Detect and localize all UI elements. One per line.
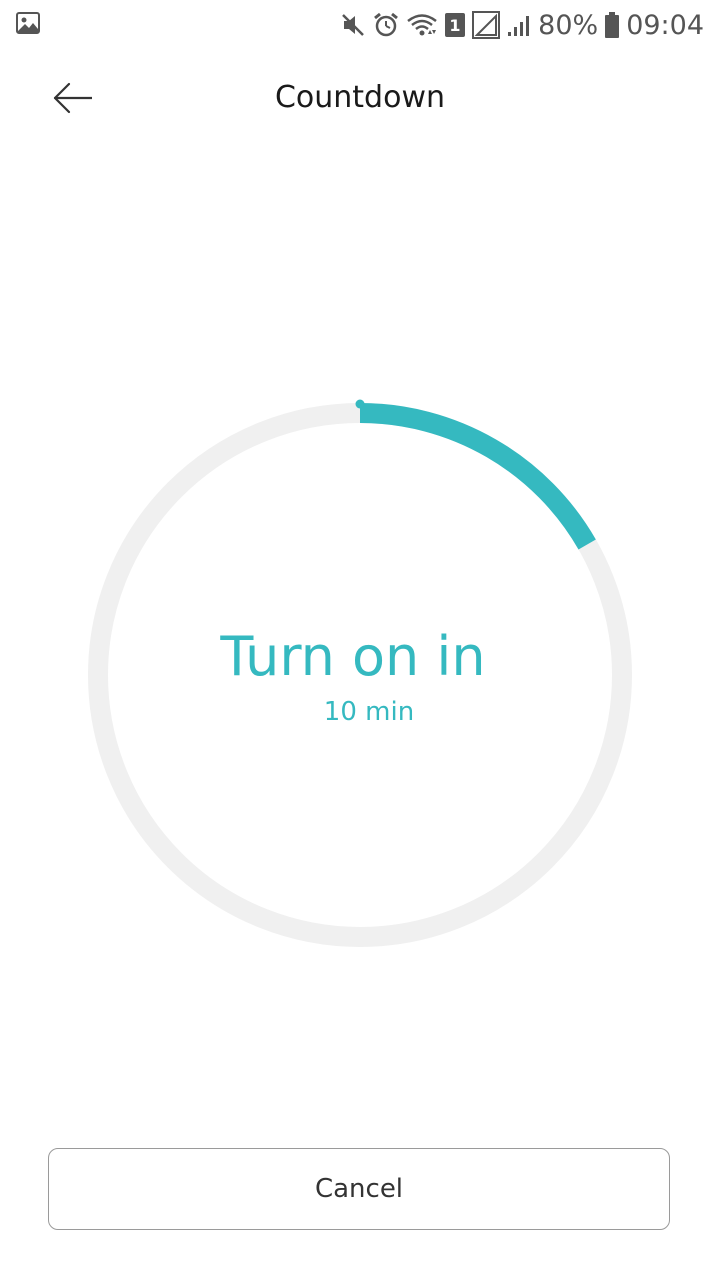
countdown-screen: 1 80% 09:04 Countdown Turn on in 10 min … [0, 0, 720, 1280]
countdown-value: 10 min [323, 697, 415, 727]
header: Countdown [0, 60, 720, 140]
cancel-button[interactable]: Cancel [48, 1148, 670, 1230]
status-bar: 1 80% 09:04 [0, 0, 720, 50]
sim-badge-text: 1 [450, 16, 461, 35]
signal-icon [472, 11, 501, 39]
battery-percent: 80% [538, 9, 599, 41]
status-left [16, 12, 40, 38]
mute-icon [340, 12, 366, 38]
clock: 09:04 [626, 9, 704, 41]
wifi-icon [406, 12, 438, 38]
countdown-label: Turn on in [220, 625, 486, 688]
alarm-icon [372, 11, 400, 39]
sim-icon: 1 [444, 12, 466, 38]
signal-bars-icon [506, 12, 532, 38]
page-title: Countdown [274, 80, 446, 115]
countdown-ring: Turn on in 10 min [80, 395, 640, 955]
battery-icon [604, 11, 620, 39]
gallery-icon [16, 12, 40, 34]
ring-text: Turn on in 10 min [80, 395, 640, 955]
status-right: 1 80% 09:04 [340, 8, 704, 42]
